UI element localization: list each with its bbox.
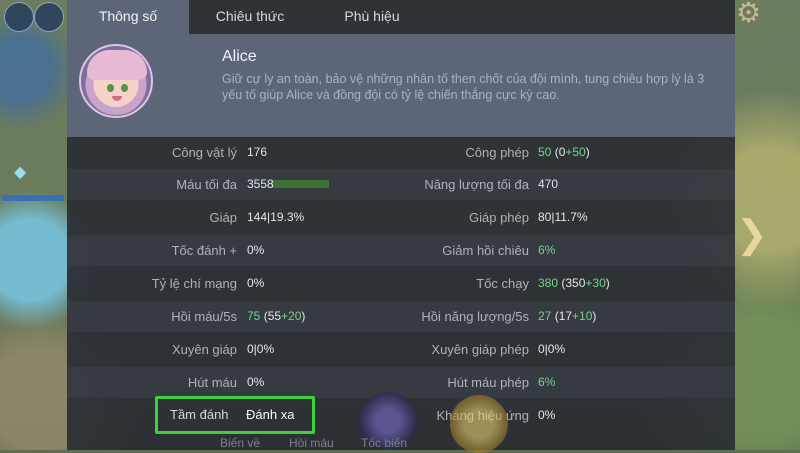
stat-value: 27 (17+10) — [538, 309, 597, 323]
stat-label: Xuyên giáp — [171, 342, 237, 357]
stat-label: Hồi máu/5s — [171, 309, 237, 324]
tab-stats[interactable]: Thông số — [67, 0, 189, 34]
stat-label: Tốc đánh + — [171, 243, 237, 258]
hero-name: Alice — [222, 48, 257, 65]
minimap-hero-icon[interactable] — [4, 2, 34, 32]
stat-label: Tốc chạy — [476, 276, 529, 291]
stat-value: 0% — [247, 276, 265, 290]
stat-label: Năng lượng tối đa — [424, 177, 529, 192]
crystal-icon: ◆ — [14, 164, 27, 181]
stat-value: 0|0% — [538, 342, 566, 356]
hero-avatar — [79, 44, 153, 118]
stat-value: 0|0% — [247, 342, 275, 356]
stat-label: Hồi năng lượng/5s — [421, 309, 529, 324]
settings-gear-icon[interactable]: ⚙ — [736, 0, 761, 29]
stat-label: Công vật lý — [171, 145, 237, 160]
range-label: Tầm đánh — [170, 407, 229, 422]
skill-orb-icon — [450, 395, 508, 453]
attack-range-highlight: Tầm đánh Đánh xa — [155, 396, 315, 434]
stat-row: Công vật lý 176 Công phép 50 (0+50) — [67, 137, 735, 168]
stat-value: 470 — [538, 177, 559, 191]
stat-value: 6% — [538, 243, 556, 257]
stat-value: 50 (0+50) — [538, 145, 590, 159]
stat-label: Máu tối đa — [176, 177, 237, 192]
hero-stats-panel: Thông số Chiêu thức Phù hiệu Alice Giữ c… — [67, 0, 735, 453]
minimap-ally-icon[interactable] — [34, 2, 64, 32]
stat-value: 176 — [247, 145, 268, 159]
stat-label: Hút máu — [187, 375, 237, 390]
tab-skills[interactable]: Chiêu thức — [189, 0, 311, 34]
range-value: Đánh xa — [246, 407, 295, 422]
heal-label[interactable]: Hồi máu — [289, 436, 334, 450]
stat-row: Máu tối đa 3558 Năng lượng tối đa 470 — [67, 169, 735, 200]
max-hp-gauge — [271, 180, 329, 188]
stat-row: Hút máu 0% Hút máu phép 6% — [67, 367, 735, 398]
stat-value: 0% — [247, 375, 265, 389]
stat-label: Giảm hồi chiêu — [442, 243, 529, 258]
stat-value: 6% — [538, 375, 556, 389]
stat-row: Tốc đánh + 0% Giảm hồi chiêu 6% — [67, 235, 735, 266]
stat-value: 75 (55+20) — [247, 309, 306, 323]
stat-value: 3558 — [247, 177, 274, 191]
stat-label: Giáp phép — [469, 210, 529, 225]
flash-label[interactable]: Tốc biến — [361, 436, 407, 450]
stat-label: Giáp — [209, 210, 237, 225]
stat-value: 0% — [247, 243, 265, 257]
stat-row: Hồi máu/5s 75 (55+20) Hồi năng lượng/5s … — [67, 301, 735, 332]
stat-row: Xuyên giáp 0|0% Xuyên giáp phép 0|0% — [67, 334, 735, 365]
stat-row: Giáp 144|19.3% Giáp phép 80|11.7% — [67, 202, 735, 233]
stat-value: 0% — [538, 408, 556, 422]
stat-row: Tỷ lệ chí mạng 0% Tốc chạy 380 (350+30) — [67, 268, 735, 299]
tab-bar: Thông số Chiêu thức Phù hiệu — [67, 0, 735, 34]
recall-label[interactable]: Biến về — [220, 436, 260, 450]
hero-description: Giữ cự ly an toàn, bảo vệ những nhân tố … — [222, 72, 705, 102]
tab-emblems[interactable]: Phù hiệu — [311, 0, 433, 34]
stat-value: 144|19.3% — [247, 210, 305, 224]
hero-header: Alice Giữ cự ly an toàn, bảo vệ những nh… — [67, 34, 735, 137]
stat-label: Xuyên giáp phép — [431, 342, 529, 357]
tower-health-bar — [2, 195, 64, 201]
stat-value: 380 (350+30) — [538, 276, 610, 290]
chevron-right-icon[interactable]: ❯ — [736, 212, 768, 257]
stat-label: Tỷ lệ chí mạng — [151, 276, 237, 291]
stat-label: Công phép — [465, 145, 529, 160]
stat-value: 80|11.7% — [538, 210, 588, 224]
